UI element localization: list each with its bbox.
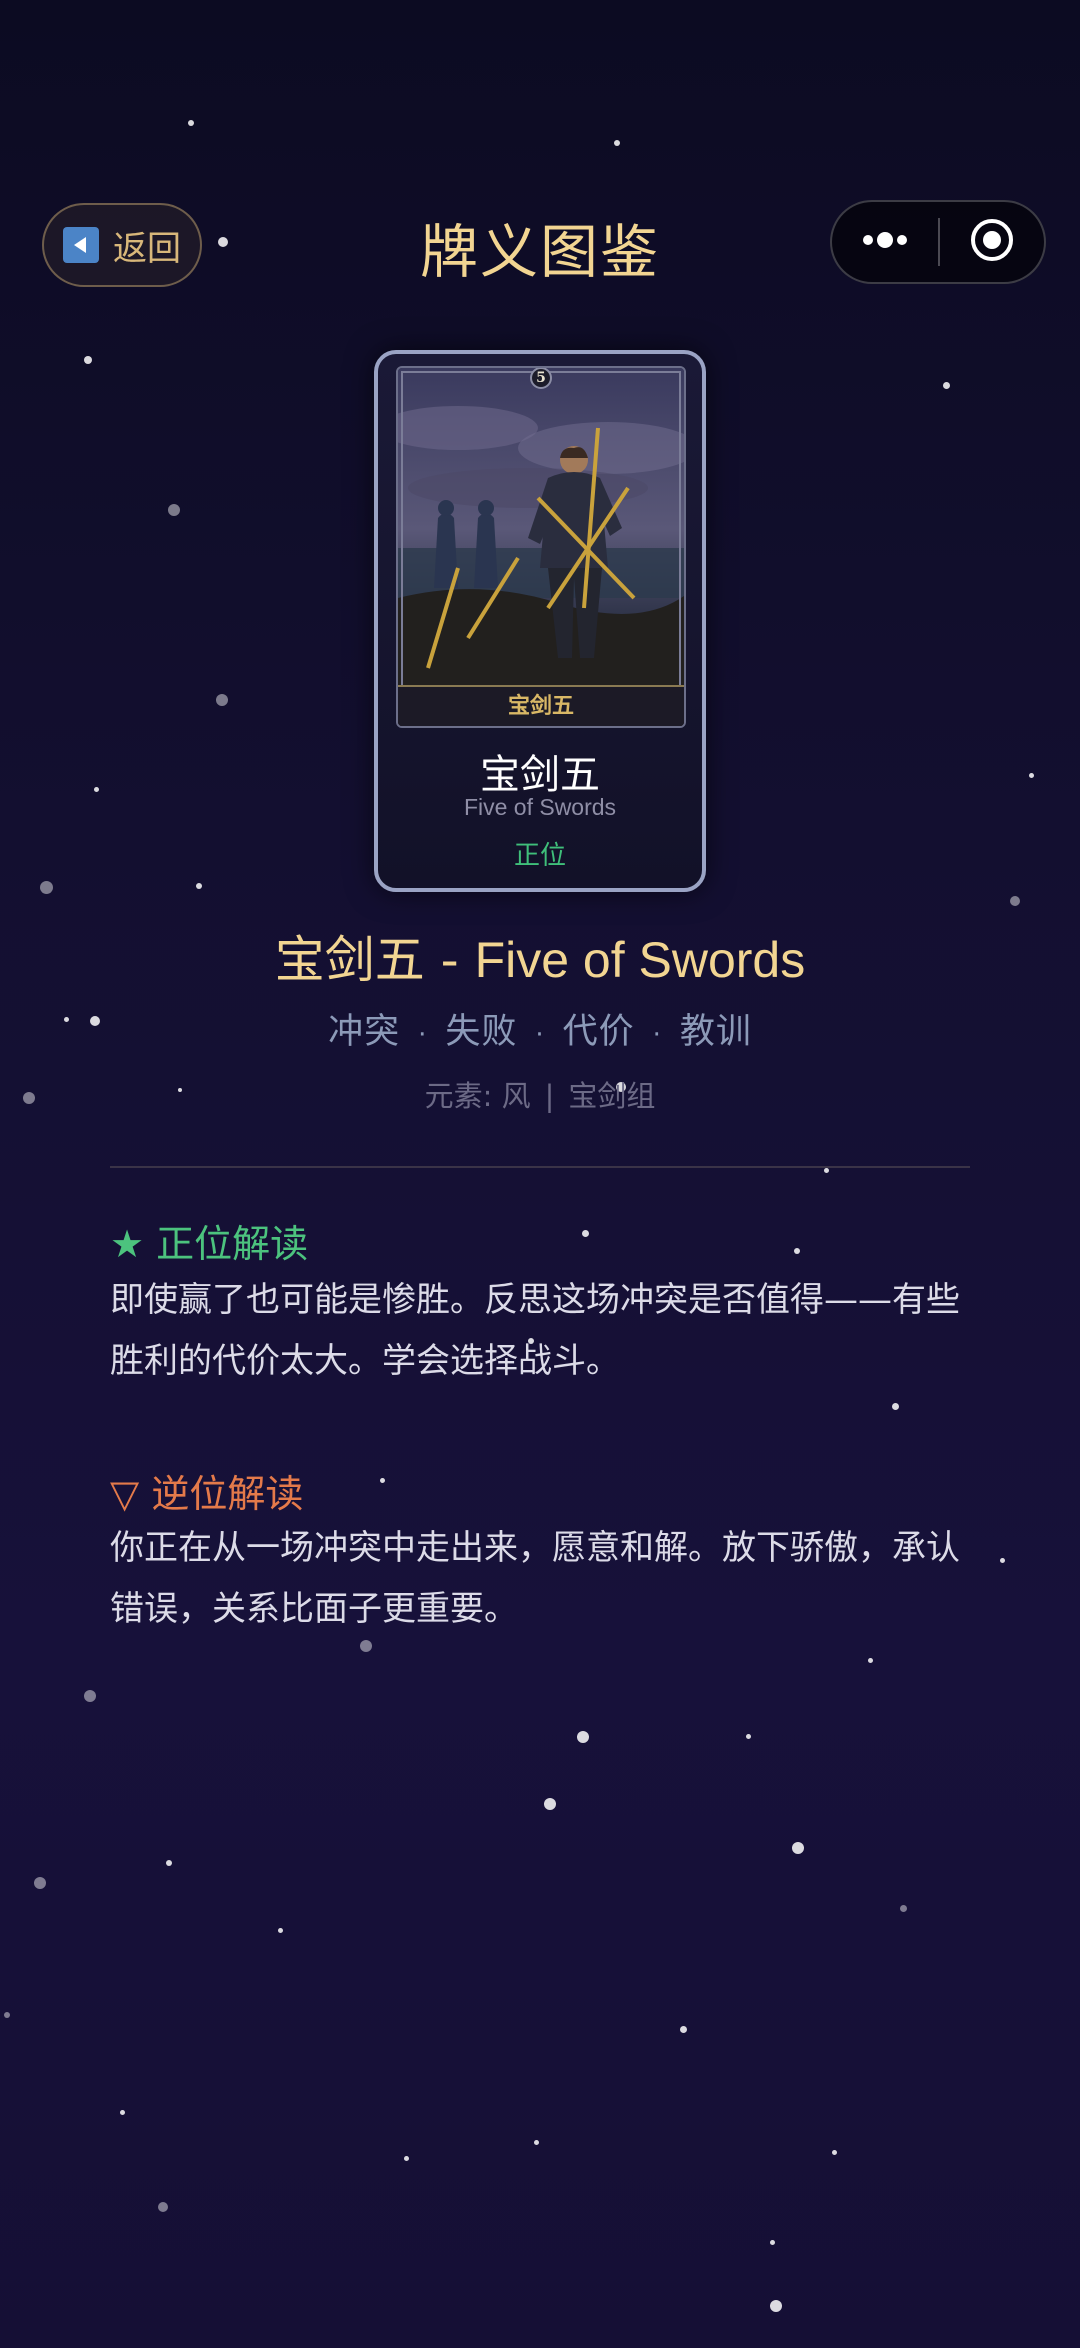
suit-label: 宝剑组 — [568, 1079, 656, 1113]
card-number: 5 — [536, 370, 546, 386]
star-icon: ★ — [110, 1222, 145, 1266]
reversed-heading: ▽ 逆位解读 — [110, 1463, 303, 1518]
reversed-heading-label: 逆位解读 — [151, 1472, 304, 1516]
card-orientation: 正位 — [513, 841, 566, 871]
keyword: 教训 — [679, 1012, 752, 1052]
title-cn: 宝剑五 — [274, 931, 425, 989]
card-name: 宝剑五 — [480, 752, 600, 798]
triangle-down-icon: ▽ — [110, 1472, 140, 1516]
more-dots-icon — [860, 230, 910, 254]
keyword: 代价 — [562, 1012, 635, 1052]
element-info: 元素: 风 | 宝剑组 — [0, 1073, 1080, 1115]
target-circle-icon — [969, 217, 1015, 267]
title-separator: - — [424, 931, 475, 989]
section-divider — [110, 1166, 970, 1168]
close-miniprogram-button[interactable] — [940, 202, 1044, 282]
card-art-caption: 宝剑五 — [507, 693, 574, 719]
keyword: 冲突 — [328, 1012, 401, 1052]
card-english-name: Five of Swords — [463, 794, 617, 820]
upright-heading: ★ 正位解读 — [110, 1213, 308, 1268]
more-button[interactable] — [832, 202, 938, 282]
keyword-dot: · — [535, 1020, 545, 1050]
keyword: 失败 — [445, 1012, 518, 1052]
keyword-list: 冲突 · 失败 · 代价 · 教训 — [0, 1003, 1080, 1054]
keyword-dot: · — [418, 1020, 428, 1050]
card-artwork: 5 宝剑五 — [396, 366, 686, 728]
reversed-text: 你正在从一场冲突中走出来，愿意和解。放下骄傲，承认错误，关系比面子更重要。 — [110, 1528, 960, 1629]
miniprogram-capsule — [830, 200, 1046, 284]
tarot-card: 5 宝剑五 宝剑五 Five of Swords 正位 — [374, 350, 706, 892]
keyword-dot: · — [652, 1020, 662, 1050]
element-separator: | — [544, 1079, 555, 1113]
card-full-title: 宝剑五 - Five of Swords — [0, 920, 1080, 992]
upright-text: 即使赢了也可能是惨胜。反思这场冲突是否值得——有些胜利的代价太大。学会选择战斗。 — [110, 1280, 960, 1381]
element-label: 元素: 风 — [424, 1079, 531, 1113]
title-en: Five of Swords — [474, 932, 806, 988]
upright-heading-label: 正位解读 — [156, 1222, 309, 1266]
